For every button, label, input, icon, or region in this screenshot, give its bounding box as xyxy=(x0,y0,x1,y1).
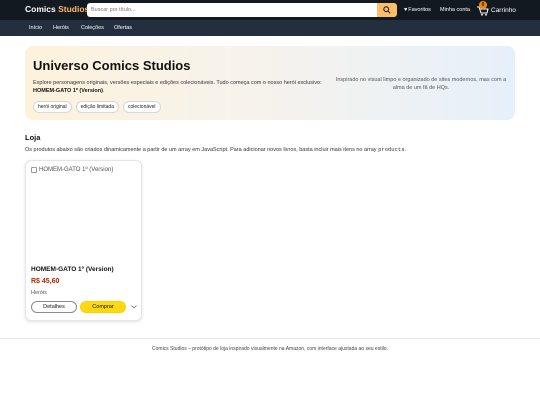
details-button[interactable]: Detalhes xyxy=(31,301,77,313)
store-description-text: Os produtos abaixo são criados dinamicam… xyxy=(25,147,377,153)
top-navbar: Comics Studios ♥ Favoritos Minha conta 0… xyxy=(0,0,540,20)
chevron-down-icon[interactable] xyxy=(129,302,139,312)
site-logo[interactable]: Comics Studios xyxy=(25,4,89,14)
hero-description: Explore personagens originais, versões e… xyxy=(33,79,333,95)
footer-divider xyxy=(0,338,540,339)
tag-heroi-original: herói original xyxy=(33,101,72,113)
nav-item-inicio[interactable]: Início xyxy=(29,25,42,31)
tag-colecionavel: colecionável xyxy=(123,101,161,113)
search-button[interactable] xyxy=(377,3,397,17)
hero-description-end: . xyxy=(102,88,105,94)
nav-item-ofertas[interactable]: Ofertas xyxy=(114,25,132,31)
cart-count-badge: 0 xyxy=(479,1,487,9)
product-actions: Detalhes Comprar xyxy=(31,301,139,313)
store-section-description: Os produtos abaixo são criados dinamicam… xyxy=(25,146,406,153)
search-icon xyxy=(383,6,391,14)
account-link[interactable]: Minha conta xyxy=(440,0,470,20)
product-title: HOMEM-GATO 1º (Version) xyxy=(31,266,114,273)
store-description-end: . xyxy=(404,147,407,153)
store-description-code: products xyxy=(378,146,405,153)
search-bar xyxy=(87,3,397,17)
favorites-label: Favoritos xyxy=(408,7,431,13)
cart-icon: 0 xyxy=(476,1,489,16)
category-nav: Início Heróis Coleções Ofertas xyxy=(0,20,540,36)
buy-button[interactable]: Comprar xyxy=(80,301,126,313)
store-section-title: Loja xyxy=(25,133,41,142)
hero-description-text: Explore personagens originais, versões e… xyxy=(33,80,322,86)
product-price: R$ 45,60 xyxy=(31,278,60,285)
product-image[interactable]: HOMEM-GATO 1º (Version) xyxy=(31,167,113,173)
nav-item-herois[interactable]: Heróis xyxy=(53,25,69,31)
logo-text-main: Comics xyxy=(25,4,56,14)
footer-text: Comics Studios – protótipo de loja inspi… xyxy=(152,346,388,352)
product-category: Heróis xyxy=(31,290,47,296)
broken-image-icon xyxy=(31,167,37,173)
hero-banner: Universo Comics Studios Explore personag… xyxy=(25,46,515,120)
account-label: Minha conta xyxy=(440,7,470,13)
search-input[interactable] xyxy=(87,3,377,17)
hero-aside-text: Inspirado no visual limpo e organizado d… xyxy=(335,77,507,91)
cart-link[interactable]: 0 Carrinho xyxy=(476,0,516,20)
product-image-alt: HOMEM-GATO 1º (Version) xyxy=(39,167,114,173)
hero-title: Universo Comics Studios xyxy=(33,58,191,73)
product-card: HOMEM-GATO 1º (Version) HOMEM-GATO 1º (V… xyxy=(25,160,142,321)
heart-icon: ♥ xyxy=(404,7,408,13)
favorites-link[interactable]: ♥ Favoritos xyxy=(404,0,431,20)
hero-tags: herói original edição limitada colecioná… xyxy=(33,101,161,113)
cart-label: Carrinho xyxy=(491,6,516,14)
nav-item-colecoes[interactable]: Coleções xyxy=(81,25,104,31)
logo-text-accent: Studios xyxy=(58,4,90,14)
hero-highlight: HOMEM-GATO 1º (Version) xyxy=(33,88,103,94)
tag-edicao-limitada: edição limitada xyxy=(75,101,119,113)
